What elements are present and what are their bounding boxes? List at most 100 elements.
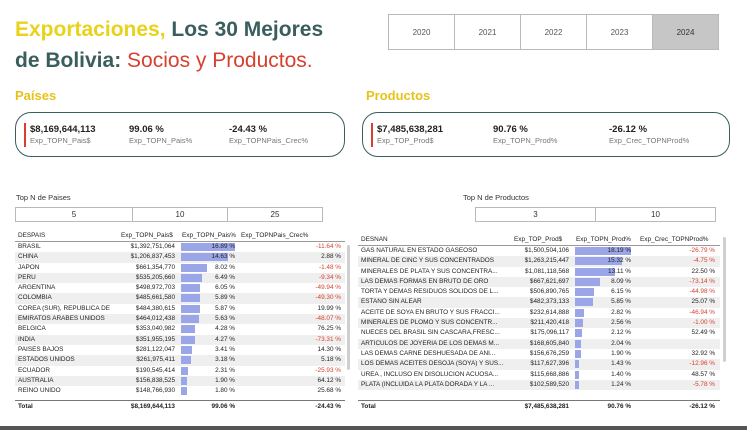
row-name: LAS DEMAS FORMAS EN BRUTO DE ORO xyxy=(361,277,489,285)
table-row[interactable]: PERU $535,205,660 6.49 % -9.34 % xyxy=(15,272,345,284)
row-name: JAPON xyxy=(18,263,40,271)
table-row[interactable]: AUSTRALIA $156,838,525 1.90 % 64.12 % xyxy=(15,375,345,387)
row-name: BELGICA xyxy=(18,325,46,333)
row-percent: 1.43 % xyxy=(611,360,631,368)
table-row[interactable]: LOS DEMAS ACEITES DESOJA (SOYA) Y SUS...… xyxy=(358,359,720,370)
productos-table-scrollbar[interactable] xyxy=(723,237,726,362)
row-value: $232,614,888 xyxy=(529,308,569,316)
table-row[interactable]: JAPON $661,354,770 8.02 % -1.48 % xyxy=(15,263,345,273)
row-growth: -44.98 % xyxy=(689,288,715,296)
column-header[interactable]: Exp_TOPN_Pais% xyxy=(182,232,236,239)
column-header[interactable]: Exp_TOPN_Prod% xyxy=(576,236,631,243)
column-header[interactable]: Exp_TOPNPais_Crec% xyxy=(241,232,308,239)
productos-topn-title: Top N de Productos xyxy=(463,193,529,202)
row-value: $190,545,414 xyxy=(135,366,175,374)
productos-topn-option[interactable]: 10 xyxy=(595,207,716,222)
year-button-2024[interactable]: 2024 xyxy=(652,14,719,50)
year-slicer: 2020 2021 2022 2023 2024 xyxy=(388,14,719,50)
year-button-2023[interactable]: 2023 xyxy=(586,14,653,50)
kpi-accent-bar xyxy=(371,123,373,147)
table-row[interactable]: ACEITE DE SOYA EN BRUTO Y SUS FRACCI... $… xyxy=(358,308,720,318)
paises-table-body: BRASIL $1,392,751,064 16.89 % -11.64 % CHINA… xyxy=(15,242,345,396)
table-row[interactable]: LAS DEMAS CARNE DESHUESADA DE ANI... $156… xyxy=(358,349,720,359)
productos-table: DESNAN Exp_TOP_Prod$ Exp_TOPN_Prod% Exp_Cre… xyxy=(358,232,720,414)
row-value: $353,040,982 xyxy=(135,325,175,333)
row-name: ECUADOR xyxy=(18,366,50,374)
column-header[interactable]: Exp_TOPN_Pais$ xyxy=(121,232,173,239)
column-header[interactable]: DESPAIS xyxy=(18,232,45,239)
total-value: $7,485,638,281 xyxy=(524,403,569,410)
table-row[interactable]: PLATA (INCLUIDA LA PLATA DORADA Y LA ...… xyxy=(358,379,720,391)
row-value: $115,668,886 xyxy=(530,370,569,378)
year-button-2020[interactable]: 2020 xyxy=(388,14,455,50)
table-row[interactable]: NUECES DEL BRASIL SIN CASCARA,FRESC... $1… xyxy=(358,328,720,338)
row-name: MINERALES DE PLATA Y SUS CONCENTRA... xyxy=(361,267,498,275)
table-row[interactable]: BRASIL $1,392,751,064 16.89 % -11.64 % xyxy=(15,242,345,252)
table-row[interactable]: PAISES BAJOS $281,122,047 3.41 % 14.30 % xyxy=(15,345,345,355)
table-row[interactable]: TORTA Y DEMAS RESIDUOS SOLIDOS DE L... $5… xyxy=(358,287,720,297)
row-value: $484,380,615 xyxy=(135,304,175,312)
row-growth: -1.48 % xyxy=(318,263,341,271)
paises-topn-option[interactable]: 5 xyxy=(15,207,133,222)
row-percent: 1.24 % xyxy=(611,380,631,388)
table-row[interactable]: EMIRATOS ARABES UNIDOS $464,012,438 5.63 %… xyxy=(15,314,345,325)
kpi-label: Exp_TOPN_Pais% xyxy=(129,136,193,145)
table-row[interactable]: MINERALES DE PLATA Y SUS CONCENTRA... $1,… xyxy=(358,267,720,277)
column-header[interactable]: Exp_Crec_TOPNProd% xyxy=(640,236,708,243)
productos-heading: Productos xyxy=(366,88,431,103)
table-row[interactable]: LAS DEMAS FORMAS EN BRUTO DE ORO $667,621… xyxy=(358,276,720,288)
row-name: TORTA Y DEMAS RESIDUOS SOLIDOS DE L... xyxy=(361,288,499,296)
table-row[interactable]: COREA (SUR), REPUBLICA DE $484,380,615 5.8… xyxy=(15,304,345,314)
row-percent: 5.85 % xyxy=(611,298,631,306)
table-row[interactable]: ECUADOR $190,545,414 2.31 % -25.93 % xyxy=(15,366,345,376)
paises-topn-slicer: 5 10 25 xyxy=(15,207,323,222)
paises-kpi-card: $8,169,644,113 Exp_TOPN_Pais$ 99.06 % Exp_… xyxy=(15,112,345,157)
title-part2: Los 30 Mejores xyxy=(165,18,324,41)
table-row[interactable]: BELGICA $353,040,982 4.28 % 76.25 % xyxy=(15,324,345,334)
table-row[interactable]: ESTAÑO SIN ALEAR $482,373,133 5.85 % 25.07 … xyxy=(358,297,720,308)
column-header[interactable]: Exp_TOP_Prod$ xyxy=(514,236,562,243)
year-button-2022[interactable]: 2022 xyxy=(520,14,587,50)
table-row[interactable]: UREA , INCLUSO EN DISOLUCION ACUOSA... $1… xyxy=(358,370,720,380)
paises-topn-option[interactable]: 25 xyxy=(227,207,323,222)
table-row[interactable]: MINERAL DE CINC Y SUS CONCENTRADOS $1,263… xyxy=(358,256,720,267)
productos-table-total: Total $7,485,638,281 90.76 % -26.12 % xyxy=(358,400,720,412)
row-name: LOS DEMAS ACEITES DESOJA (SOYA) Y SUS... xyxy=(361,360,504,368)
row-value: $156,838,525 xyxy=(135,376,175,384)
row-name: COLOMBIA xyxy=(18,294,52,302)
row-name: PLATA (INCLUIDA LA PLATA DORADA Y LA ... xyxy=(361,380,495,388)
kpi-label: Exp_TOP_Prod$ xyxy=(377,136,434,145)
row-percent: 2.12 % xyxy=(611,329,631,337)
table-row[interactable]: CHINA $1,206,837,453 14.63 % 2.88 % xyxy=(15,252,345,263)
year-button-2021[interactable]: 2021 xyxy=(454,14,521,50)
row-growth: 52.49 % xyxy=(691,329,715,337)
total-percent: 99.06 % xyxy=(211,403,235,410)
column-header[interactable]: DESNAN xyxy=(361,236,388,243)
kpi-value: $7,485,638,281 xyxy=(377,124,444,135)
row-percent: 1.90 % xyxy=(215,376,235,384)
kpi-label: Exp_TOPN_Pais$ xyxy=(30,136,91,145)
kpi-accent-bar xyxy=(24,123,26,147)
page-title: Exportaciones, Los 30 Mejores de Bolivia… xyxy=(15,14,355,76)
row-name: EMIRATOS ARABES UNIDOS xyxy=(18,315,105,323)
row-growth: 5.18 % xyxy=(321,356,341,364)
table-row[interactable]: GAS NATURAL EN ESTADO GASEOSO $1,500,504,… xyxy=(358,246,720,256)
row-percent: 5.89 % xyxy=(215,294,235,302)
table-row[interactable]: COLOMBIA $485,661,580 5.89 % -49.30 % xyxy=(15,293,345,304)
title-part1: Exportaciones, xyxy=(15,18,166,41)
paises-topn-title: Top N de Paises xyxy=(16,193,71,202)
productos-topn-option[interactable]: 3 xyxy=(475,207,596,222)
table-row[interactable]: MINERALES DE PLOMO Y SUS CONCENTR... $211… xyxy=(358,318,720,329)
row-name: ARGENTINA xyxy=(18,284,56,292)
row-growth: -48.07 % xyxy=(315,315,341,323)
table-row[interactable]: ESTADOS UNIDOS $261,975,411 3.18 % 5.18 % xyxy=(15,355,345,366)
paises-topn-option[interactable]: 10 xyxy=(132,207,228,222)
paises-table-scrollbar[interactable] xyxy=(347,245,350,370)
table-row[interactable]: ARTICULOS DE JOYERIA DE LOS DEMAS M... $1… xyxy=(358,338,720,349)
table-row[interactable]: REINO UNIDO $148,766,930 1.80 % 25.68 % xyxy=(15,386,345,396)
row-value: $661,354,770 xyxy=(135,263,175,271)
row-percent: 13.11 % xyxy=(608,267,631,275)
table-row[interactable]: ARGENTINA $498,972,703 6.05 % -49.94 % xyxy=(15,283,345,293)
table-row[interactable]: INDIA $351,955,195 4.27 % -73.31 % xyxy=(15,334,345,345)
row-value: $175,096,117 xyxy=(530,329,569,337)
